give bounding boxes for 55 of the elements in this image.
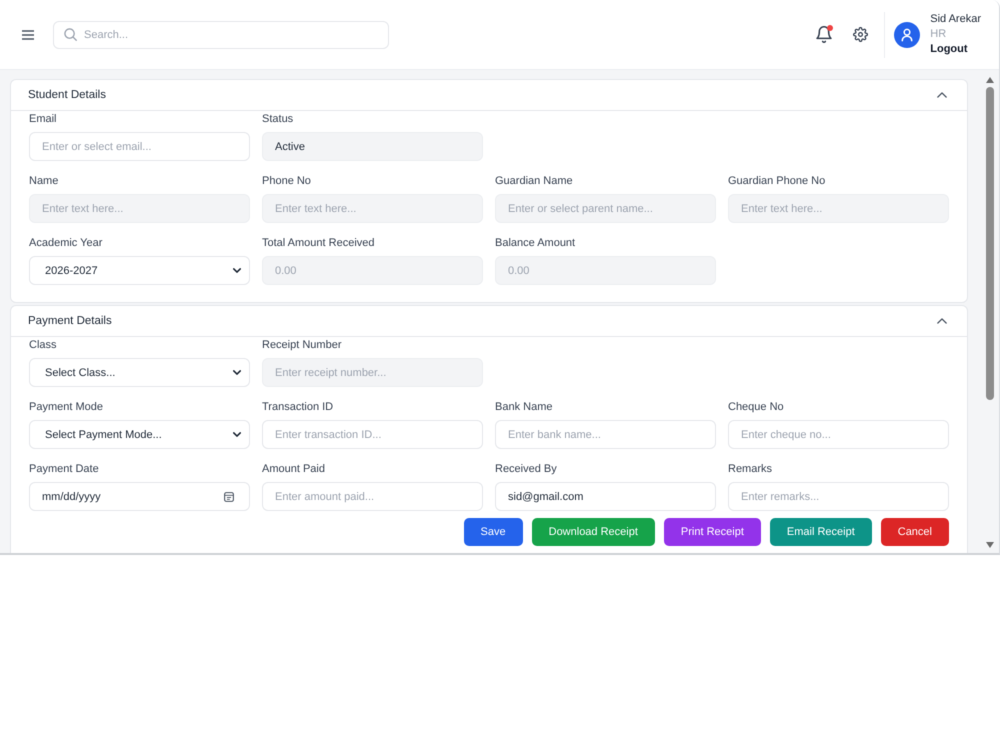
bell-icon[interactable]: [816, 26, 832, 43]
field-label: Balance Amount: [495, 236, 576, 250]
text-field[interactable]: Enter or select email...: [29, 132, 250, 161]
chevron-down-icon: [233, 268, 241, 273]
menu-icon[interactable]: [22, 30, 34, 40]
search-icon: [64, 28, 77, 41]
field-label: Bank Name: [495, 400, 552, 414]
dropdown-field[interactable]: 2026-2027: [29, 256, 250, 285]
action-button[interactable]: Save: [464, 518, 523, 546]
settings-icon[interactable]: [853, 27, 868, 42]
text-field[interactable]: Enter cheque no...: [728, 420, 949, 449]
field-label: Guardian Phone No: [728, 174, 826, 188]
search-field[interactable]: Search...: [53, 20, 389, 48]
dropdown-field[interactable]: Select Class...: [29, 358, 250, 387]
field-label: Name: [29, 174, 58, 188]
logout-link[interactable]: Logout: [930, 42, 968, 57]
chevron-up-icon[interactable]: [937, 318, 947, 324]
field-label: Email: [29, 112, 57, 126]
chevron-down-icon: [233, 432, 241, 437]
user-name: Sid Arekar: [930, 12, 981, 27]
text-field[interactable]: sid@gmail.com: [495, 482, 716, 511]
dropdown-field[interactable]: Select Payment Mode...: [29, 420, 250, 449]
field-label: Cheque No: [728, 400, 784, 414]
field-label: Class: [29, 338, 57, 352]
chevron-down-icon: [233, 370, 241, 375]
field-label: Phone No: [262, 174, 311, 188]
action-button[interactable]: Print Receipt: [664, 518, 761, 546]
chevron-up-icon[interactable]: [937, 92, 947, 98]
field-label: Guardian Name: [495, 174, 573, 188]
user-avatar-icon[interactable]: [894, 22, 920, 48]
field-label: Payment Date: [29, 462, 99, 476]
triangle-down-icon[interactable]: [986, 542, 994, 548]
triangle-up-icon[interactable]: [986, 77, 994, 83]
field-label: Remarks: [728, 462, 772, 476]
text-field[interactable]: Enter bank name...: [495, 420, 716, 449]
text-field[interactable]: Enter remarks...: [728, 482, 949, 511]
field-label: Receipt Number: [262, 338, 342, 352]
action-button[interactable]: Email Receipt: [770, 518, 872, 546]
text-field[interactable]: Enter transaction ID...: [262, 420, 483, 449]
calendar-icon[interactable]: [224, 492, 234, 502]
field-label: Payment Mode: [29, 400, 103, 414]
action-button[interactable]: Cancel: [880, 518, 949, 546]
action-button[interactable]: Download Receipt: [532, 518, 655, 546]
user-role: HR: [930, 27, 946, 42]
field-label: Total Amount Received: [262, 236, 375, 250]
field-label: Academic Year: [29, 236, 102, 250]
field-label: Received By: [495, 462, 557, 476]
date-field[interactable]: mm/dd/yyyy: [29, 482, 250, 511]
field-label: Amount Paid: [262, 462, 325, 476]
text-field[interactable]: Enter amount paid...: [262, 482, 483, 511]
field-label: Status: [262, 112, 294, 126]
section-title: Student Details: [28, 89, 106, 101]
section-title: Payment Details: [28, 315, 112, 327]
scrollbar-thumb[interactable]: [986, 87, 994, 400]
field-label: Transaction ID: [262, 400, 334, 414]
